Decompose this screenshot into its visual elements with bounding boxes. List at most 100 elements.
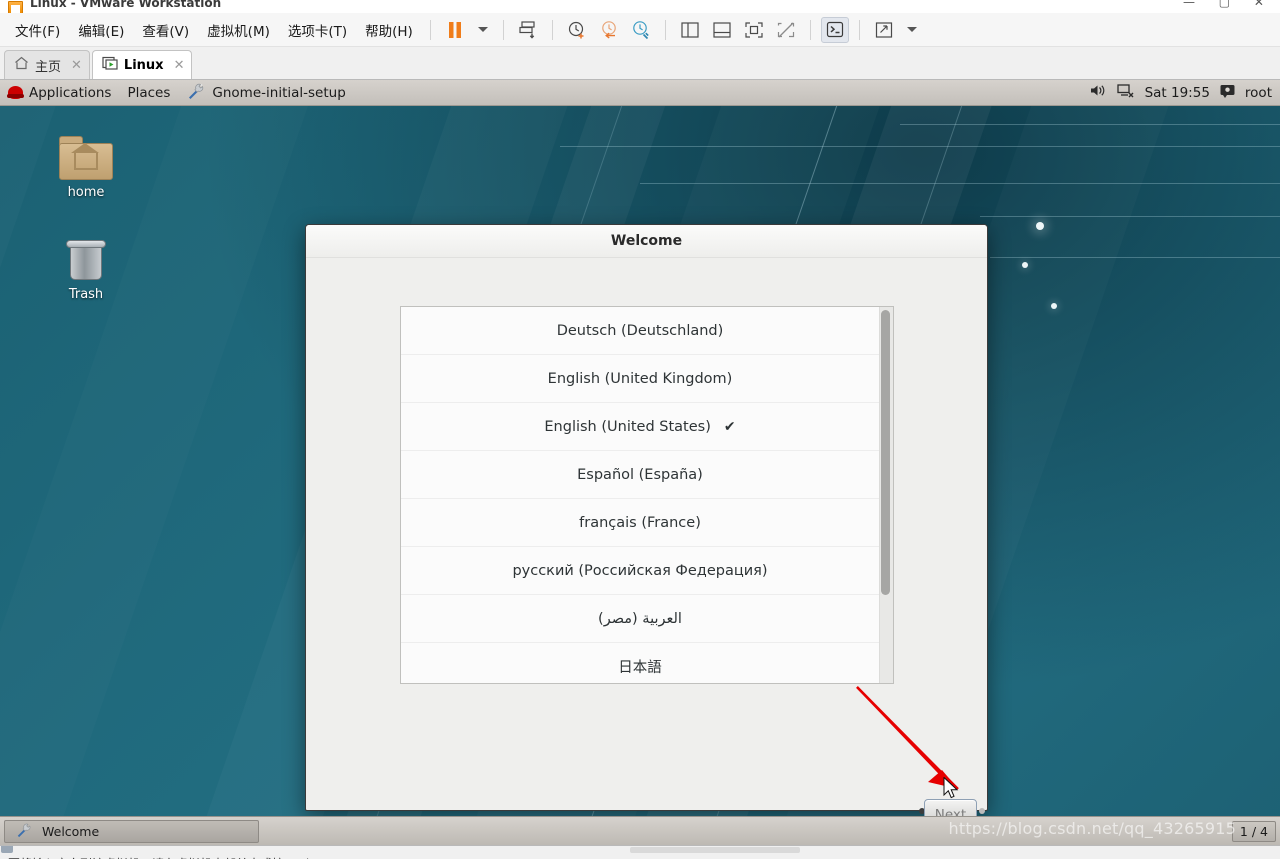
- language-label: русский (Российская Федерация): [512, 562, 768, 579]
- show-sidebar-icon[interactable]: [676, 17, 704, 43]
- wallpaper-hline-5: [990, 257, 1280, 258]
- tools-icon: [186, 82, 206, 104]
- wallpaper-dot-1: [1036, 222, 1044, 230]
- language-row[interactable]: 日本語: [401, 643, 879, 683]
- taskbar-window-welcome[interactable]: Welcome: [4, 819, 259, 843]
- home-folder-icon: [59, 136, 113, 180]
- language-row-selected[interactable]: English (United States) ✔: [401, 403, 879, 451]
- tools-icon: [15, 822, 33, 841]
- language-label: Español (España): [577, 466, 703, 483]
- vm-play-icon: [102, 56, 118, 74]
- applications-label: Applications: [29, 84, 112, 101]
- workspace-indicator[interactable]: 1 / 4: [1231, 820, 1276, 842]
- desktop-icon-trash-label: Trash: [68, 287, 104, 302]
- language-label: English (United Kingdom): [547, 370, 733, 387]
- terminal-icon[interactable]: [820, 16, 849, 43]
- language-row[interactable]: русский (Российская Федерация): [401, 547, 879, 595]
- language-row[interactable]: Español (España): [401, 451, 879, 499]
- network-disconnected-icon[interactable]: [1116, 83, 1135, 102]
- user-label[interactable]: root: [1245, 85, 1272, 101]
- language-label: français (France): [579, 514, 701, 531]
- redhat-logo-icon: [7, 86, 24, 99]
- stretch-icon[interactable]: [870, 17, 898, 43]
- language-row[interactable]: français (France): [401, 499, 879, 547]
- fullscreen-icon[interactable]: [740, 17, 768, 43]
- wallpaper-hline-2: [640, 183, 1280, 184]
- active-application[interactable]: Gnome-initial-setup: [178, 82, 353, 104]
- vmware-menubar: 文件(F) 编辑(E) 查看(V) 虚拟机(M) 选项卡(T) 帮助(H): [0, 13, 1280, 47]
- toolbar-divider-5: [809, 19, 811, 40]
- wallpaper-hline-3: [900, 124, 1280, 125]
- language-row[interactable]: Deutsch (Deutschland): [401, 307, 879, 355]
- desktop-icon-home-label: home: [67, 185, 105, 200]
- language-label: 日本語: [618, 660, 662, 676]
- tab-home[interactable]: 主页 ✕: [4, 50, 90, 79]
- toolbar-divider-1: [429, 19, 431, 40]
- menu-tabs[interactable]: 选项卡(T): [279, 17, 356, 43]
- dialog-title: Welcome: [306, 225, 987, 258]
- menu-view[interactable]: 查看(V): [133, 17, 198, 43]
- snapshot-manager-icon[interactable]: [514, 17, 542, 43]
- wallpaper-dot-3: [1051, 303, 1057, 309]
- menu-help[interactable]: 帮助(H): [356, 17, 422, 43]
- tab-home-close-icon[interactable]: ✕: [71, 58, 82, 73]
- scrollbar-thumb[interactable]: [881, 310, 890, 595]
- applications-menu[interactable]: Applications: [0, 85, 119, 101]
- menu-edit[interactable]: 编辑(E): [69, 17, 133, 43]
- volume-icon[interactable]: [1090, 83, 1107, 102]
- tab-linux[interactable]: Linux ✕: [91, 50, 193, 79]
- pause-icon[interactable]: [441, 17, 469, 43]
- show-console-icon[interactable]: [708, 17, 736, 43]
- taskbar-window-label: Welcome: [42, 823, 100, 839]
- language-list-scrollbar[interactable]: [879, 307, 893, 683]
- toolbar-divider-4: [664, 19, 666, 40]
- desktop-icon-home[interactable]: home: [42, 136, 130, 200]
- dialog-body: Deutsch (Deutschland) English (United Ki…: [306, 258, 987, 830]
- language-row[interactable]: العربية (مصر): [401, 595, 879, 643]
- active-application-label: Gnome-initial-setup: [212, 84, 346, 101]
- vmware-window-title: Linux - VMware Workstation: [30, 0, 222, 10]
- wallpaper-dot-2: [1022, 262, 1028, 268]
- home-icon: [14, 56, 29, 74]
- dropdown-caret-icon[interactable]: [477, 27, 488, 32]
- stretch-caret-icon[interactable]: [906, 27, 917, 32]
- guest-screen: Applications Places Gnome-initial-setup: [0, 80, 1280, 845]
- revert-snapshot-icon[interactable]: [595, 17, 623, 43]
- screen-root: Linux - VMware Workstation — ▢ ✕ 文件(F) 编…: [0, 0, 1280, 859]
- watermark: https://blog.csdn.net/qq_43265915: [948, 819, 1236, 838]
- wallpaper-hline-1: [560, 146, 1280, 147]
- gnome-top-panel: Applications Places Gnome-initial-setup: [0, 80, 1280, 106]
- gnome-system-tray: Sat 19:55 root: [1090, 83, 1280, 102]
- tab-home-label: 主页: [35, 59, 62, 75]
- mouse-cursor: [943, 777, 959, 799]
- window-controls[interactable]: — ▢ ✕: [1183, 0, 1274, 9]
- menu-file[interactable]: 文件(F): [6, 17, 69, 43]
- language-row[interactable]: English (United Kingdom): [401, 355, 879, 403]
- tab-linux-label: Linux: [123, 57, 164, 73]
- unity-mode-icon[interactable]: [772, 17, 800, 43]
- clock[interactable]: Sat 19:55: [1145, 85, 1210, 101]
- toolbar-divider-6: [858, 19, 860, 40]
- places-label: Places: [127, 84, 171, 101]
- checkmark-icon: ✔: [723, 418, 736, 435]
- language-label: English (United States): [544, 418, 711, 435]
- vmware-app-icon: [8, 1, 23, 13]
- toolbar-divider-2: [502, 19, 504, 40]
- trash-icon: [63, 236, 109, 282]
- menu-vm[interactable]: 虚拟机(M): [198, 17, 279, 43]
- gnome-bottom-panel: Welcome https://blog.csdn.net/qq_4326591…: [0, 816, 1280, 845]
- statusbar-progress: [630, 847, 800, 853]
- language-label: العربية (مصر): [598, 610, 682, 627]
- toolbar-divider-3: [551, 19, 553, 40]
- statusbar-hint: 要将输入定向到该虚拟机，请在虚拟机内部单击或按 Ctrl+G。: [8, 855, 341, 859]
- take-snapshot-icon[interactable]: [563, 17, 591, 43]
- language-list[interactable]: Deutsch (Deutschland) English (United Ki…: [401, 307, 879, 683]
- vmware-tabstrip: 主页 ✕ Linux ✕: [0, 47, 1280, 80]
- manage-snapshots-icon[interactable]: [627, 17, 655, 43]
- vmware-titlebar: Linux - VMware Workstation — ▢ ✕: [0, 0, 1280, 13]
- tab-linux-close-icon[interactable]: ✕: [174, 58, 185, 73]
- places-menu[interactable]: Places: [119, 85, 178, 101]
- desktop-icon-trash[interactable]: Trash: [42, 236, 130, 302]
- wallpaper-hline-4: [980, 216, 1280, 217]
- vmware-statusbar: 要将输入定向到该虚拟机，请在虚拟机内部单击或按 Ctrl+G。: [0, 845, 1280, 859]
